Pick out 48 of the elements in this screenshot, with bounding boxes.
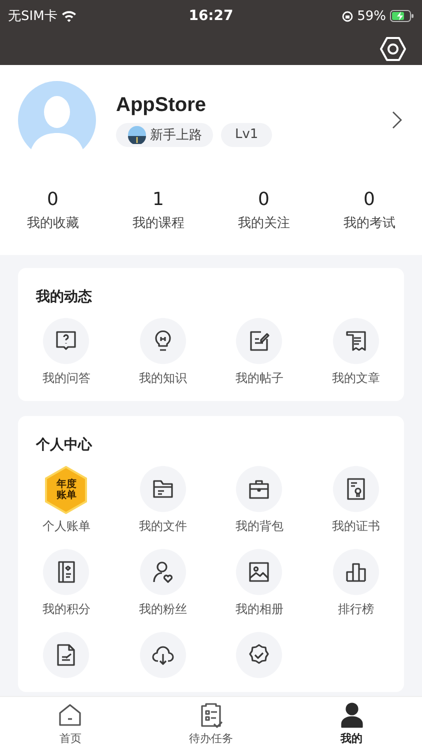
photo-icon[interactable] xyxy=(247,560,272,584)
chevron-right-icon[interactable] xyxy=(392,111,402,129)
menu-item-label[interactable]: 我的文件 xyxy=(138,518,187,535)
menu-item-label[interactable]: 我的相册 xyxy=(235,601,284,618)
fans-icon[interactable] xyxy=(150,560,175,584)
stat-label[interactable]: 我的课程 xyxy=(132,214,184,232)
carrier-text: 无SIM卡 xyxy=(8,8,58,25)
download-icon[interactable] xyxy=(150,643,175,667)
wifi-icon xyxy=(61,10,78,22)
clock-time: 16:27 xyxy=(188,8,234,24)
rank-badge: 新手上路 xyxy=(116,122,213,146)
stat-value[interactable]: 0 xyxy=(364,189,375,210)
annual-bill-icon[interactable]: 年度 账单 xyxy=(44,466,88,514)
settings-icon[interactable] xyxy=(380,36,406,62)
road-icon xyxy=(128,126,146,144)
menu-item-label[interactable]: 排行榜 xyxy=(338,601,374,618)
ranking-icon[interactable] xyxy=(344,560,368,584)
folder-icon[interactable] xyxy=(150,477,175,501)
menu-item-label[interactable]: 我的积分 xyxy=(42,601,90,618)
stat-label[interactable]: 我的考试 xyxy=(343,214,396,232)
section-title: 个人中心 xyxy=(34,436,94,454)
stat-label[interactable]: 我的收藏 xyxy=(26,214,79,232)
level-badge: Lv1 xyxy=(221,122,272,146)
tab-item[interactable]: 我的 xyxy=(281,697,422,750)
tab-item[interactable]: 待办任务 xyxy=(140,697,282,750)
section-title: 我的动态 xyxy=(34,288,93,306)
tab-item[interactable]: 首页 xyxy=(0,697,141,750)
rotation-lock-icon xyxy=(342,10,354,22)
user-name: AppStore xyxy=(116,94,207,116)
check-icon[interactable] xyxy=(247,643,272,667)
menu-item-label[interactable]: 我的粉丝 xyxy=(138,601,187,618)
menu-item-label[interactable]: 我的帖子 xyxy=(235,370,284,387)
stat-value[interactable]: 0 xyxy=(258,189,270,210)
menu-item-label[interactable]: 我的知识 xyxy=(138,370,187,387)
stat-label[interactable]: 我的关注 xyxy=(238,214,290,232)
battery-icon xyxy=(390,10,414,22)
menu-item-label[interactable]: 我的文章 xyxy=(332,370,380,387)
bag-icon[interactable] xyxy=(247,477,272,501)
menu-item-label[interactable]: 我的问答 xyxy=(42,370,90,387)
stat-value[interactable]: 1 xyxy=(152,189,164,210)
battery-percent: 59% xyxy=(357,8,386,24)
edit-icon[interactable] xyxy=(247,329,272,353)
menu-item-label[interactable]: 我的证书 xyxy=(332,518,380,535)
article-icon[interactable] xyxy=(344,329,368,353)
question-icon[interactable] xyxy=(54,329,78,353)
menu-item-label[interactable]: 个人账单 xyxy=(42,518,90,535)
menu-item-label[interactable]: 我的背包 xyxy=(235,518,284,535)
stat-value[interactable]: 0 xyxy=(47,189,58,210)
